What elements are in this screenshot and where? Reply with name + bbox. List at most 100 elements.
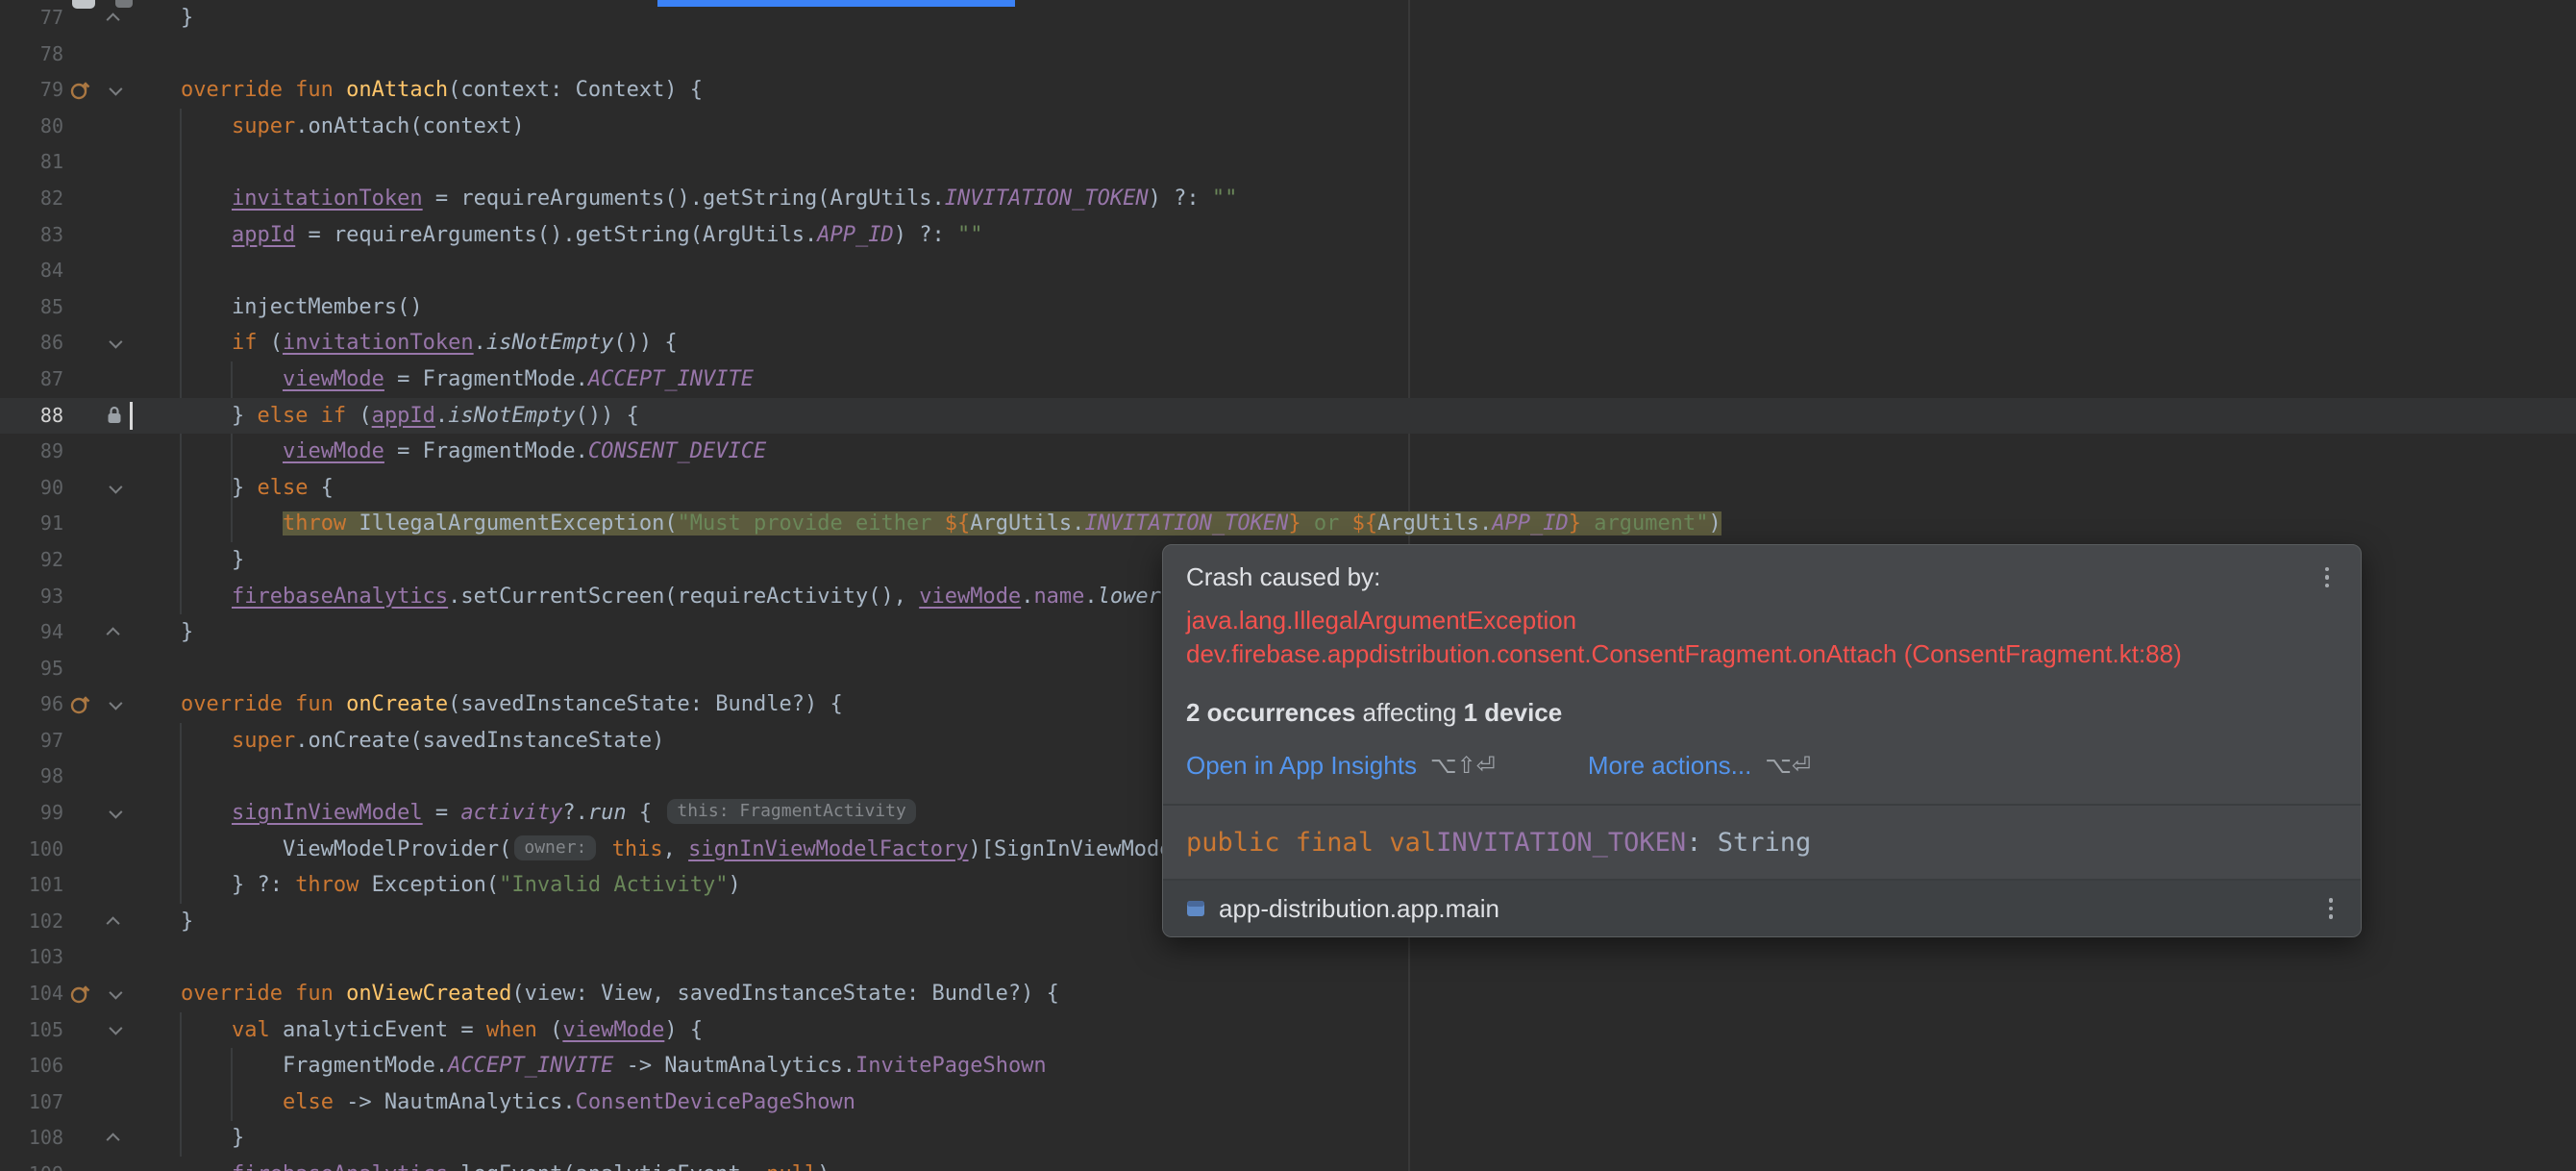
exception-location: dev.firebase.appdistribution.consent.Con… bbox=[1186, 639, 2182, 668]
fold-down-icon[interactable] bbox=[98, 325, 130, 361]
code-text[interactable] bbox=[130, 939, 2576, 976]
fold-up-icon[interactable] bbox=[98, 1120, 130, 1157]
code-text[interactable]: } else if (appId.isNotEmpty()) { bbox=[130, 398, 2576, 435]
code-text[interactable]: } else { bbox=[130, 470, 2576, 507]
line-number[interactable]: 77 bbox=[0, 0, 63, 37]
code-line[interactable]: 84 bbox=[0, 253, 2576, 289]
gutter-spacer bbox=[63, 144, 98, 181]
fold-gutter bbox=[98, 181, 130, 217]
line-number[interactable]: 92 bbox=[0, 542, 63, 579]
code-text[interactable]: val analyticEvent = when (viewMode) { bbox=[130, 1012, 2576, 1049]
code-text[interactable]: appId = requireArguments().getString(Arg… bbox=[130, 217, 2576, 254]
code-text[interactable]: if (invitationToken.isNotEmpty()) { bbox=[130, 325, 2576, 361]
line-number[interactable]: 97 bbox=[0, 723, 63, 760]
code-line[interactable]: 86 if (invitationToken.isNotEmpty()) { bbox=[0, 325, 2576, 361]
line-number[interactable]: 86 bbox=[0, 325, 63, 361]
line-number[interactable]: 80 bbox=[0, 109, 63, 145]
code-line[interactable]: 87 viewMode = FragmentMode.ACCEPT_INVITE bbox=[0, 361, 2576, 398]
line-number[interactable]: 81 bbox=[0, 144, 63, 181]
code-text[interactable]: firebaseAnalytics.logEvent(analyticEvent… bbox=[130, 1157, 2576, 1171]
fold-down-icon[interactable] bbox=[98, 72, 130, 109]
code-text[interactable]: super.onAttach(context) bbox=[130, 109, 2576, 145]
kebab-menu-icon-bottom[interactable] bbox=[2316, 894, 2345, 923]
code-line[interactable]: 89 viewMode = FragmentMode.CONSENT_DEVIC… bbox=[0, 434, 2576, 470]
fold-up-icon[interactable] bbox=[98, 904, 130, 940]
code-line[interactable]: 106 FragmentMode.ACCEPT_INVITE -> NautmA… bbox=[0, 1048, 2576, 1084]
code-line[interactable]: 78 bbox=[0, 37, 2576, 73]
code-line[interactable]: 88 } else if (appId.isNotEmpty()) { bbox=[0, 397, 2576, 435]
fold-up-icon[interactable] bbox=[98, 614, 130, 651]
line-number[interactable]: 101 bbox=[0, 867, 63, 904]
open-app-insights-link[interactable]: Open in App Insights bbox=[1186, 751, 1417, 781]
code-line[interactable]: 108 } bbox=[0, 1120, 2576, 1157]
line-number[interactable]: 84 bbox=[0, 253, 63, 289]
more-actions-link[interactable]: More actions... bbox=[1588, 751, 1752, 781]
code-text[interactable]: viewMode = FragmentMode.CONSENT_DEVICE bbox=[130, 434, 2576, 470]
line-number[interactable]: 106 bbox=[0, 1048, 63, 1084]
line-number[interactable]: 96 bbox=[0, 686, 63, 723]
kebab-menu-icon[interactable] bbox=[2313, 563, 2341, 592]
code-text[interactable]: else -> NautmAnalytics.ConsentDevicePage… bbox=[130, 1084, 2576, 1121]
code-line[interactable]: 109 firebaseAnalytics.logEvent(analyticE… bbox=[0, 1157, 2576, 1171]
code-line[interactable]: 91 throw IllegalArgumentException("Must … bbox=[0, 506, 2576, 542]
code-text[interactable]: injectMembers() bbox=[130, 289, 2576, 326]
code-text[interactable]: throw IllegalArgumentException("Must pro… bbox=[130, 506, 2576, 542]
line-number[interactable]: 91 bbox=[0, 506, 63, 542]
line-number[interactable]: 98 bbox=[0, 759, 63, 795]
code-line[interactable]: 105 val analyticEvent = when (viewMode) … bbox=[0, 1012, 2576, 1049]
line-number[interactable]: 95 bbox=[0, 651, 63, 687]
fold-down-icon[interactable] bbox=[98, 795, 130, 832]
code-text[interactable]: FragmentMode.ACCEPT_INVITE -> NautmAnaly… bbox=[130, 1048, 2576, 1084]
module-bar: app-distribution.app.main bbox=[1163, 879, 2361, 936]
code-text[interactable]: } bbox=[130, 0, 2576, 37]
code-text[interactable]: } bbox=[130, 1120, 2576, 1157]
line-number[interactable]: 102 bbox=[0, 904, 63, 940]
line-number[interactable]: 103 bbox=[0, 939, 63, 976]
fold-down-icon[interactable] bbox=[98, 1012, 130, 1049]
line-number[interactable]: 94 bbox=[0, 614, 63, 651]
line-number[interactable]: 79 bbox=[0, 72, 63, 109]
line-number[interactable]: 104 bbox=[0, 976, 63, 1012]
line-number[interactable]: 100 bbox=[0, 832, 63, 868]
gutter-spacer bbox=[63, 795, 98, 832]
code-line[interactable]: 104 override fun onViewCreated(view: Vie… bbox=[0, 976, 2576, 1012]
override-method-icon[interactable] bbox=[63, 72, 98, 109]
code-line[interactable]: 107 else -> NautmAnalytics.ConsentDevice… bbox=[0, 1084, 2576, 1121]
code-line[interactable]: 83 appId = requireArguments().getString(… bbox=[0, 217, 2576, 254]
line-number[interactable]: 85 bbox=[0, 289, 63, 326]
code-text[interactable]: invitationToken = requireArguments().get… bbox=[130, 181, 2576, 217]
line-number[interactable]: 82 bbox=[0, 181, 63, 217]
code-line[interactable]: 85 injectMembers() bbox=[0, 289, 2576, 326]
code-text[interactable] bbox=[130, 144, 2576, 181]
code-text[interactable] bbox=[130, 253, 2576, 289]
gutter-spacer bbox=[63, 253, 98, 289]
line-number[interactable]: 99 bbox=[0, 795, 63, 832]
line-number[interactable]: 105 bbox=[0, 1012, 63, 1049]
line-number[interactable]: 108 bbox=[0, 1120, 63, 1157]
line-number[interactable]: 107 bbox=[0, 1084, 63, 1121]
line-number[interactable]: 90 bbox=[0, 470, 63, 507]
fold-down-icon[interactable] bbox=[98, 976, 130, 1012]
line-number[interactable]: 89 bbox=[0, 434, 63, 470]
fold-down-icon[interactable] bbox=[98, 470, 130, 507]
code-text[interactable]: override fun onAttach(context: Context) … bbox=[130, 72, 2576, 109]
code-text[interactable] bbox=[130, 37, 2576, 73]
code-line[interactable]: 80 super.onAttach(context) bbox=[0, 109, 2576, 145]
code-text[interactable]: viewMode = FragmentMode.ACCEPT_INVITE bbox=[130, 361, 2576, 398]
override-method-icon[interactable] bbox=[63, 686, 98, 723]
code-line[interactable]: 81 bbox=[0, 144, 2576, 181]
line-number[interactable]: 88 bbox=[0, 398, 63, 435]
code-line[interactable]: 79 override fun onAttach(context: Contex… bbox=[0, 72, 2576, 109]
line-number[interactable]: 87 bbox=[0, 361, 63, 398]
code-line[interactable]: 103 bbox=[0, 939, 2576, 976]
line-number[interactable]: 109 bbox=[0, 1157, 63, 1171]
code-line[interactable]: 90 } else { bbox=[0, 470, 2576, 507]
line-number[interactable]: 78 bbox=[0, 37, 63, 73]
line-number[interactable]: 83 bbox=[0, 217, 63, 254]
fold-down-icon[interactable] bbox=[98, 686, 130, 723]
code-line[interactable]: 77 } bbox=[0, 0, 2576, 37]
override-method-icon[interactable] bbox=[63, 976, 98, 1012]
code-text[interactable]: override fun onViewCreated(view: View, s… bbox=[130, 976, 2576, 1012]
line-number[interactable]: 93 bbox=[0, 579, 63, 615]
code-line[interactable]: 82 invitationToken = requireArguments().… bbox=[0, 181, 2576, 217]
